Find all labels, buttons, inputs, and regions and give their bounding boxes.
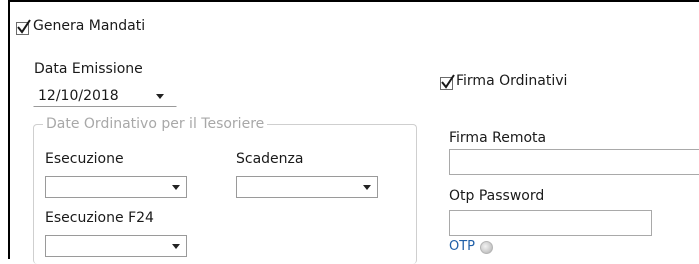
otp-password-input[interactable]	[449, 210, 652, 236]
scadenza-label: Scadenza	[236, 151, 304, 167]
data-emissione-label: Data Emissione	[34, 61, 143, 77]
firma-remota-input[interactable]	[449, 149, 699, 175]
esecuzione-select[interactable]	[45, 176, 187, 198]
chevron-down-icon	[172, 244, 180, 249]
esecuzione-f24-select[interactable]	[45, 235, 187, 257]
esecuzione-f24-label: Esecuzione F24	[45, 210, 154, 226]
genera-mandati-label: Genera Mandati	[33, 18, 146, 34]
otp-link[interactable]: OTP	[449, 239, 475, 254]
data-emissione-value: 12/10/2018	[38, 88, 119, 104]
date-ordinativo-legend: Date Ordinativo per il Tesoriere	[43, 116, 268, 132]
otp-password-label: Otp Password	[449, 188, 545, 204]
data-emissione-select[interactable]: 12/10/2018	[33, 85, 177, 107]
chevron-down-icon	[363, 185, 371, 190]
scadenza-select[interactable]	[236, 176, 378, 198]
chevron-down-icon	[156, 94, 164, 99]
chevron-down-icon	[172, 185, 180, 190]
firma-ordinativi-checkbox[interactable]	[440, 74, 455, 90]
genera-mandati-checkbox[interactable]	[16, 19, 31, 35]
esecuzione-label: Esecuzione	[45, 151, 124, 167]
checkmark-icon	[441, 74, 455, 89]
firma-remota-label: Firma Remota	[449, 130, 547, 146]
otp-refresh-icon[interactable]	[480, 241, 493, 254]
firma-ordinativi-label: Firma Ordinativi	[456, 73, 568, 89]
checkmark-icon	[17, 19, 31, 34]
